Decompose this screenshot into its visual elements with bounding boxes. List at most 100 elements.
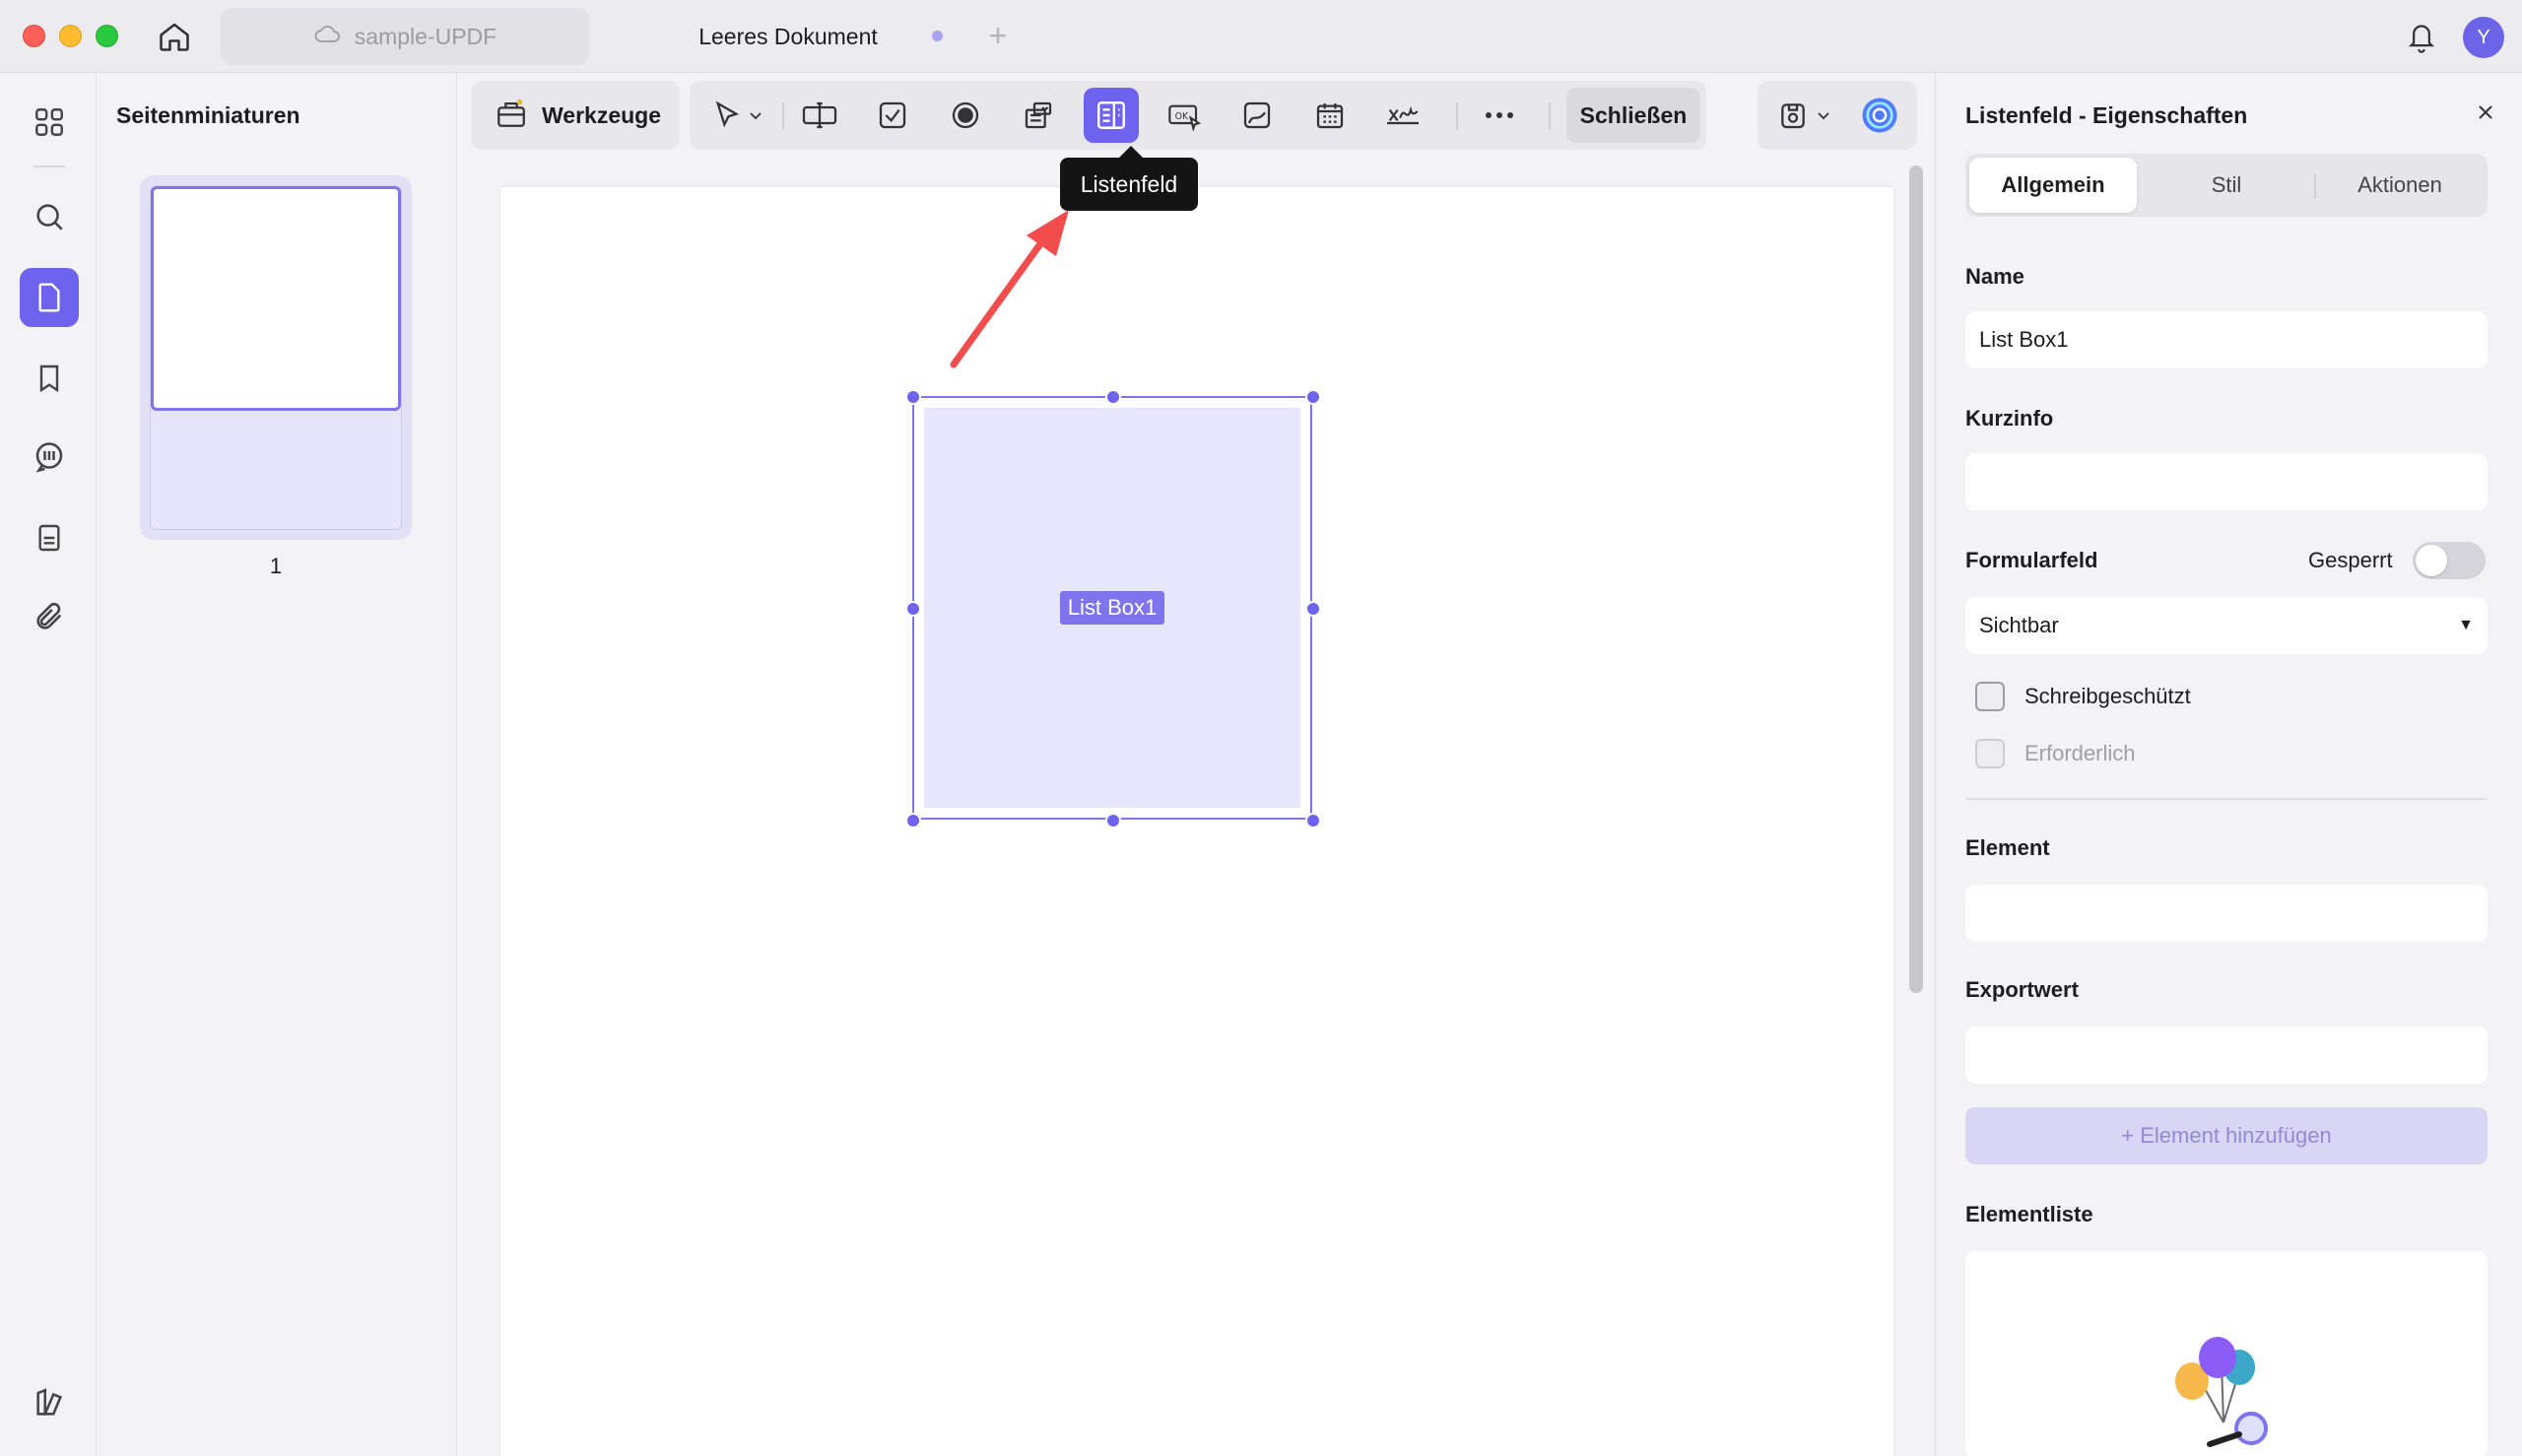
- text-field-icon[interactable]: [792, 88, 847, 143]
- thumbnail-page: [150, 185, 402, 530]
- toolbox-icon: [495, 97, 528, 135]
- list-box-field[interactable]: List Box1: [905, 389, 1321, 828]
- save-toolbar: [1758, 81, 1917, 150]
- page-number: 1: [269, 554, 283, 578]
- resize-handle[interactable]: [1305, 389, 1321, 405]
- chevron-down-icon[interactable]: [1809, 88, 1838, 143]
- toolbar-divider: [1549, 102, 1551, 130]
- checkbox-icon[interactable]: [865, 88, 920, 143]
- tab-label: Leeres Dokument: [698, 23, 878, 49]
- dropdown-arrow-icon: ▼: [2458, 617, 2474, 633]
- pdf-page[interactable]: [500, 187, 1893, 1456]
- vertical-scrollbar[interactable]: [1909, 165, 1923, 993]
- visibility-value: Sichtbar: [1979, 613, 2059, 637]
- resize-handle[interactable]: [905, 813, 921, 828]
- close-form-editing-button[interactable]: Schließen: [1566, 88, 1700, 143]
- locked-label: Gesperrt: [2308, 548, 2393, 572]
- page-thumbnail[interactable]: [140, 175, 412, 540]
- new-tab-button[interactable]: +: [983, 18, 1013, 53]
- tooltip-label: Kurzinfo: [1965, 406, 2054, 430]
- form-toolbar: OK Schließen: [690, 81, 1706, 150]
- list-box-icon[interactable]: [1084, 88, 1139, 143]
- add-element-button[interactable]: + Element hinzufügen: [1965, 1107, 2488, 1164]
- empty-state-balloons-icon: [2175, 1337, 2268, 1447]
- element-list-label: Elementliste: [1965, 1202, 2093, 1226]
- chevron-down-icon[interactable]: [741, 88, 770, 143]
- form-field-label: Formularfeld: [1965, 548, 2098, 572]
- properties-tabs: Allgemein Stil Aktionen: [1965, 154, 2488, 217]
- more-icon[interactable]: [1472, 88, 1527, 143]
- radio-button-icon[interactable]: [938, 88, 993, 143]
- tools-button[interactable]: Werkzeuge: [471, 81, 680, 150]
- combo-box-icon[interactable]: [1011, 88, 1066, 143]
- panel-title: Listenfeld - Eigenschaften: [1965, 102, 2248, 128]
- list-box-body[interactable]: List Box1: [924, 408, 1300, 808]
- close-window-button[interactable]: [23, 25, 45, 47]
- cloud-icon: [313, 23, 341, 50]
- toggle-knob: [2416, 545, 2447, 576]
- tools-label: Werkzeuge: [542, 101, 662, 128]
- locked-toggle[interactable]: [2413, 542, 2486, 579]
- button-field-icon[interactable]: OK: [1157, 88, 1212, 143]
- required-option: Erforderlich: [1975, 739, 2135, 768]
- avatar[interactable]: Y: [2463, 17, 2504, 58]
- thumbnail-viewport: [151, 186, 401, 411]
- readonly-label: Schreibgeschützt: [2024, 684, 2191, 708]
- export-value-field[interactable]: [1965, 1026, 2488, 1084]
- minimize-window-button[interactable]: [59, 25, 82, 47]
- document-icon[interactable]: [20, 508, 79, 567]
- tooltip-field[interactable]: [1965, 453, 2488, 510]
- ai-assistant-icon[interactable]: [1852, 88, 1907, 143]
- sidebar-toggle-icon[interactable]: [20, 1373, 79, 1432]
- left-rail: [0, 73, 97, 1456]
- close-icon[interactable]: [2468, 95, 2503, 130]
- tab-style[interactable]: Stil: [2143, 158, 2310, 213]
- bell-icon[interactable]: [2402, 16, 2441, 57]
- pages-icon[interactable]: [20, 268, 79, 327]
- search-icon[interactable]: [20, 187, 79, 246]
- date-field-icon[interactable]: [1302, 88, 1358, 143]
- element-list[interactable]: [1965, 1251, 2488, 1456]
- home-icon[interactable]: [154, 16, 195, 57]
- tab-sample-updf[interactable]: sample-UPDF: [221, 8, 589, 65]
- export-value-label: Exportwert: [1965, 977, 2079, 1002]
- thumbnails-panel: Seitenminiaturen 1: [97, 73, 457, 1456]
- resize-handle[interactable]: [1105, 813, 1121, 828]
- tab-label: sample-UPDF: [354, 23, 498, 49]
- name-label: Name: [1965, 264, 2024, 289]
- element-label: Element: [1965, 835, 2050, 860]
- attachment-icon[interactable]: [20, 587, 79, 646]
- required-label: Erforderlich: [2024, 741, 2136, 765]
- element-field[interactable]: [1965, 885, 2488, 942]
- resize-handle[interactable]: [1105, 389, 1121, 405]
- resize-handle[interactable]: [905, 601, 921, 617]
- bookmark-icon[interactable]: [20, 349, 79, 408]
- tab-actions[interactable]: Aktionen: [2316, 158, 2484, 213]
- panel-title: Seitenminiaturen: [116, 102, 300, 128]
- resize-handle[interactable]: [1305, 601, 1321, 617]
- properties-panel: Listenfeld - Eigenschaften Allgemein Sti…: [1935, 73, 2522, 1456]
- resize-handle[interactable]: [1305, 813, 1321, 828]
- readonly-checkbox[interactable]: [1975, 682, 2005, 711]
- title-bar: sample-UPDF Leeres Dokument + Y: [0, 0, 2522, 73]
- svg-text:OK: OK: [1175, 111, 1189, 122]
- signature-icon[interactable]: [1375, 88, 1430, 143]
- image-field-icon[interactable]: [1229, 88, 1285, 143]
- tab-general[interactable]: Allgemein: [1969, 158, 2137, 213]
- required-checkbox: [1975, 739, 2005, 768]
- tab-leeres-dokument[interactable]: Leeres Dokument: [611, 8, 965, 65]
- unsaved-dot-icon: [932, 31, 943, 41]
- resize-handle[interactable]: [905, 389, 921, 405]
- field-name-label: List Box1: [1059, 591, 1165, 625]
- toolbar-divider: [782, 102, 784, 130]
- readonly-option[interactable]: Schreibgeschützt: [1975, 682, 2191, 711]
- apps-grid-icon[interactable]: [20, 93, 79, 152]
- comments-icon[interactable]: [20, 428, 79, 487]
- arrow-annotation-icon: [950, 210, 1069, 368]
- name-field[interactable]: List Box1: [1965, 311, 2488, 368]
- section-divider: [1965, 798, 2488, 800]
- rail-divider: [33, 165, 65, 167]
- zoom-window-button[interactable]: [96, 25, 118, 47]
- visibility-select[interactable]: Sichtbar ▼: [1965, 597, 2488, 654]
- toolbar-divider: [1456, 102, 1458, 130]
